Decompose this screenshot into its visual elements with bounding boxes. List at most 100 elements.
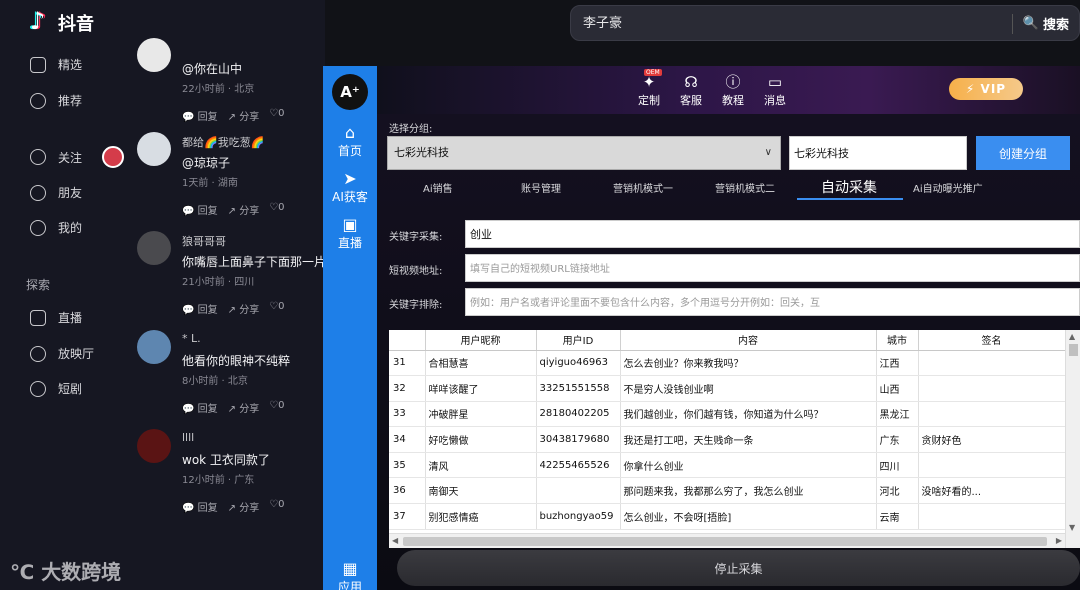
douyin-logo[interactable]: 抖音 <box>30 7 94 36</box>
vertical-scrollbar[interactable]: ▲ ▼ <box>1065 330 1080 548</box>
scroll-thumb[interactable] <box>1069 344 1078 356</box>
tool-nav-live[interactable]: ▣ 直播 <box>323 216 377 251</box>
comments-list: @你在山中 22小时前 · 北京 💬 回复 ↗ 分享 ♡0 都给🌈我吃葱🌈 @琼琼子… <box>125 0 325 590</box>
search-icon: 🔍 <box>1022 16 1039 31</box>
video-url-input[interactable] <box>465 254 1080 282</box>
share-button[interactable]: ↗ 分享 <box>228 108 260 123</box>
lightning-icon: ⚡ <box>965 82 976 96</box>
table-row[interactable]: 32 咩咩该醒了 33251551558 不是穷人没钱创业啊 山西 <box>389 375 1066 402</box>
support-button[interactable]: ☊ 客服 <box>671 72 711 108</box>
keyword-input[interactable] <box>465 220 1080 248</box>
nav-item-featured[interactable]: 精选 <box>30 56 82 73</box>
search-button[interactable]: 🔍 搜索 <box>1023 14 1069 33</box>
tool-nav-apps[interactable]: ▦ 应用 <box>323 560 377 590</box>
watermark: ℃ 大数跨境 <box>10 560 122 584</box>
nav-item-live[interactable]: 直播 <box>30 309 82 326</box>
group-select[interactable]: 七彩光科技 ∨ <box>387 136 781 170</box>
exclude-label: 关键字排除: <box>389 300 443 311</box>
share-button[interactable]: ↗ 分享 <box>228 202 260 217</box>
avatar[interactable] <box>137 38 171 72</box>
table-row[interactable]: 33 冲破胖星 28180402205 我们越创业，你们越有钱，你知道为什么吗？ 黑龙江 <box>389 401 1066 428</box>
chevron-down-icon[interactable]: ▼ <box>1069 523 1075 532</box>
chevron-right-icon[interactable]: ▶ <box>1056 536 1062 545</box>
message-button[interactable]: ▭ 消息 <box>755 72 795 108</box>
live-icon: ▣ <box>342 215 358 234</box>
like-button[interactable]: ♡0 <box>269 301 284 316</box>
avatar[interactable] <box>137 429 171 463</box>
custom-button[interactable]: ✦ 定制 <box>629 72 669 108</box>
explore-heading: 探索 <box>26 278 51 292</box>
results-table: 用户昵称 用户ID 内容 城市 签名 31 合相慧喜 qiyiguo46963 怎么去… <box>389 330 1080 548</box>
tool-logo: A⁺ <box>332 74 368 110</box>
headset-icon: ☊ <box>684 73 698 91</box>
tool-header: ✦ 定制 ☊ 客服 ⓘ 教程 ▭ 消息 OEM ⚡ VIP <box>377 66 1080 114</box>
search-input[interactable] <box>583 14 983 29</box>
home-icon: ⌂ <box>344 123 356 142</box>
nav-item-cinema[interactable]: 放映厅 <box>30 345 94 362</box>
share-button[interactable]: ↗ 分享 <box>228 400 260 415</box>
tab-account[interactable]: 账号管理 <box>521 180 561 195</box>
horizontal-scrollbar[interactable]: ◀ ▶ <box>389 533 1065 548</box>
exclude-input[interactable] <box>465 288 1080 316</box>
oem-badge: OEM <box>644 69 662 76</box>
home-icon <box>30 56 46 73</box>
reply-button[interactable]: 💬 回复 <box>182 499 218 514</box>
table-row[interactable]: 34 好吃懒做 30438179680 我还是打工吧，天生贱命一条 广东 贪财好色 <box>389 426 1066 453</box>
nav-item-shortdrama[interactable]: 短剧 <box>30 380 82 397</box>
reply-button[interactable]: 💬 回复 <box>182 108 218 123</box>
tab-ai-exposure[interactable]: Ai自动曝光推广 <box>913 180 983 195</box>
group-name-input[interactable] <box>789 136 967 170</box>
tool-body: 选择分组: 七彩光科技∨ 创建分组 Ai销售 账号管理 营销机模式一 营销机模式… <box>377 114 1080 590</box>
table-row[interactable]: 35 清风 42255465526 你拿什么创业 四川 <box>389 452 1066 479</box>
table-row[interactable]: 36 南御天 那问题来我，我都那么穷了，我怎么创业 河北 没啥好看的... <box>389 477 1066 505</box>
share-button[interactable]: ↗ 分享 <box>228 301 260 316</box>
sparkle-icon <box>30 92 46 109</box>
stop-collect-button[interactable]: 停止采集 <box>397 550 1080 586</box>
search-bar: 🔍搜索 <box>570 5 1080 41</box>
help-icon: ⓘ <box>725 73 741 91</box>
tab-bar: Ai销售 账号管理 营销机模式一 营销机模式二 自动采集 Ai自动曝光推广 <box>377 176 1080 200</box>
play-icon <box>30 380 46 397</box>
chevron-up-icon[interactable]: ▲ <box>1069 332 1075 341</box>
reply-button[interactable]: 💬 回复 <box>182 400 218 415</box>
scroll-thumb[interactable] <box>403 537 1047 546</box>
tutorial-button[interactable]: ⓘ 教程 <box>713 72 753 108</box>
like-button[interactable]: ♡0 <box>269 499 284 514</box>
reply-button[interactable]: 💬 回复 <box>182 301 218 316</box>
tab-ai-sales[interactable]: Ai销售 <box>423 180 453 195</box>
chevron-down-icon: ∨ <box>764 147 772 158</box>
friends-icon <box>30 184 46 201</box>
tab-marketing-2[interactable]: 营销机模式二 <box>715 180 775 195</box>
nav-item-recommend[interactable]: 推荐 <box>30 92 82 109</box>
keyword-label: 关键字采集: <box>389 232 443 243</box>
tool-nav-home[interactable]: ⌂ 首页 <box>323 124 377 159</box>
avatar[interactable] <box>137 330 171 364</box>
tool-sidebar: A⁺ ⌂ 首页 ➤ AI获客 ▣ 直播 ▦ 应用 <box>323 66 377 590</box>
like-button[interactable]: ♡0 <box>269 108 284 123</box>
table-row[interactable]: 31 合相慧喜 qiyiguo46963 怎么去创业？你来教我吗？ 江西 <box>389 350 1066 377</box>
create-group-button[interactable]: 创建分组 <box>976 136 1070 170</box>
share-button[interactable]: ↗ 分享 <box>228 499 260 514</box>
nav-item-me[interactable]: 我的 <box>30 219 82 236</box>
chevron-left-icon[interactable]: ◀ <box>392 536 398 545</box>
like-button[interactable]: ♡0 <box>269 400 284 415</box>
nav-item-friends[interactable]: 朋友 <box>30 184 82 201</box>
douyin-note-icon <box>30 7 52 35</box>
avatar[interactable] <box>137 132 171 166</box>
vip-button[interactable]: ⚡ VIP <box>949 78 1023 100</box>
tv-icon <box>30 309 46 326</box>
send-icon: ➤ <box>343 169 357 188</box>
avatar[interactable] <box>137 231 171 265</box>
nav-item-follow[interactable]: 关注 <box>30 146 125 168</box>
reply-button[interactable]: 💬 回复 <box>182 202 218 217</box>
apps-icon: ▦ <box>342 559 358 578</box>
tool-window: A⁺ ⌂ 首页 ➤ AI获客 ▣ 直播 ▦ 应用 ✦ 定制 ☊ 客服 ⓘ 教程 ▭ 消息 OEM… <box>323 66 1080 590</box>
like-button[interactable]: ♡0 <box>269 202 284 217</box>
tab-marketing-1[interactable]: 营销机模式一 <box>613 180 673 195</box>
tool-nav-ai-acquire[interactable]: ➤ AI获客 <box>323 170 377 205</box>
user-icon <box>30 219 46 236</box>
avatar <box>102 146 125 168</box>
tab-auto-collect[interactable]: 自动采集 <box>821 177 877 197</box>
tab-underline <box>797 198 903 200</box>
table-row[interactable]: 37 别犯感情癌 buzhongyao59 怎么创业，不会呀[捂脸] 云南 <box>389 503 1066 530</box>
